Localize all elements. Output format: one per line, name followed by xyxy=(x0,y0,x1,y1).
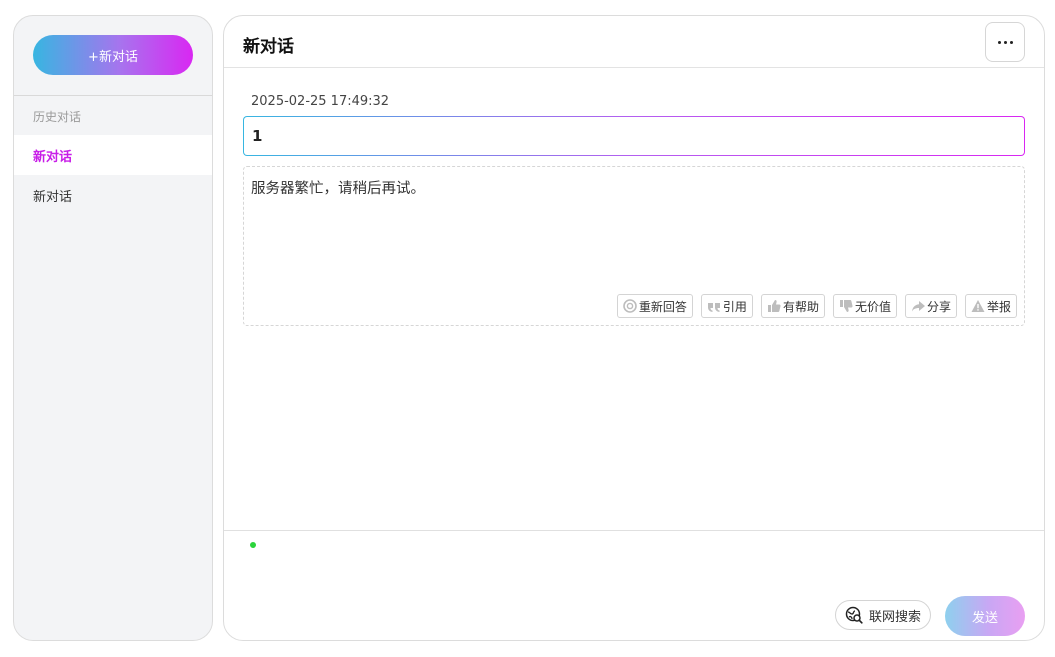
not-helpful-button[interactable]: 无价值 xyxy=(832,294,897,318)
history-list: 新对话 新对话 xyxy=(14,135,212,215)
regenerate-label: 重新回答 xyxy=(638,299,687,314)
more-options-button[interactable] xyxy=(985,22,1025,62)
web-search-label: 联网搜索 xyxy=(869,609,922,625)
share-icon xyxy=(910,298,926,314)
chat-panel: 新对话 2025-02-25 17:49:32 1 服务器繁忙，请稍后再试。 重… xyxy=(223,15,1045,641)
new-chat-button[interactable]: +新对话 xyxy=(33,35,193,75)
ellipsis-icon xyxy=(1003,40,1007,44)
ellipsis-icon xyxy=(997,40,1001,44)
sidebar-divider xyxy=(14,95,212,96)
assistant-reply: 服务器繁忙，请稍后再试。 重新回答 引用 有帮助 无价值 分享 举报 xyxy=(243,166,1025,326)
assistant-reply-text: 服务器繁忙，请稍后再试。 xyxy=(251,181,425,197)
history-item-active[interactable]: 新对话 xyxy=(14,135,212,175)
user-message-bubble: 1 xyxy=(243,116,1025,156)
report-button[interactable]: 举报 xyxy=(964,294,1017,318)
sidebar: +新对话 历史对话 新对话 新对话 xyxy=(13,15,213,641)
warning-icon xyxy=(970,298,986,314)
regenerate-button[interactable]: 重新回答 xyxy=(616,294,693,318)
helpful-button[interactable]: 有帮助 xyxy=(760,294,825,318)
history-section-label: 历史对话 xyxy=(33,110,82,124)
quote-button[interactable]: 引用 xyxy=(700,294,753,318)
globe-search-icon xyxy=(845,606,863,624)
share-label: 分享 xyxy=(926,299,951,314)
quote-label: 引用 xyxy=(722,299,747,314)
online-status-indicator xyxy=(250,542,256,548)
message-timestamp: 2025-02-25 17:49:32 xyxy=(251,94,390,109)
send-button[interactable]: 发送 xyxy=(945,596,1025,636)
quote-icon xyxy=(706,298,722,314)
history-item[interactable]: 新对话 xyxy=(14,175,212,215)
chat-header: 新对话 xyxy=(224,16,1044,68)
page-title: 新对话 xyxy=(243,37,294,57)
thumbs-up-icon xyxy=(766,298,782,314)
regenerate-icon xyxy=(622,298,638,314)
user-message-text: 1 xyxy=(244,117,1024,155)
share-button[interactable]: 分享 xyxy=(904,294,957,318)
reply-action-bar: 重新回答 引用 有帮助 无价值 分享 举报 xyxy=(616,294,1017,318)
report-label: 举报 xyxy=(986,299,1011,314)
message-composer[interactable]: 联网搜索 发送 xyxy=(224,530,1044,640)
thumbs-down-icon xyxy=(838,298,854,314)
not-helpful-label: 无价值 xyxy=(854,299,891,314)
ellipsis-icon xyxy=(1009,40,1013,44)
helpful-label: 有帮助 xyxy=(782,299,819,314)
web-search-toggle[interactable]: 联网搜索 xyxy=(835,600,932,630)
